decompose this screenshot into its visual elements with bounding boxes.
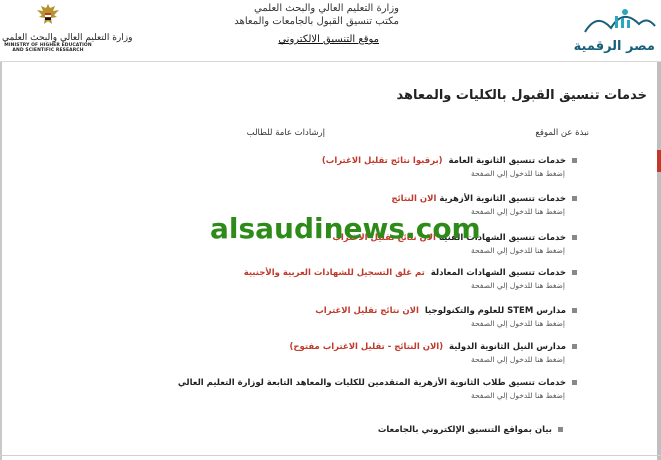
bullet-icon bbox=[572, 344, 577, 349]
header-office: مكتب تنسيق القبول بالجامعات والمعاهد bbox=[234, 16, 399, 27]
service-title: خدمات تنسيق الثانوية العامة bbox=[448, 156, 567, 166]
bullet-icon bbox=[572, 308, 577, 313]
page-title: خدمات تنسيق القبول بالكليات والمعاهد bbox=[396, 88, 648, 103]
header-site-name[interactable]: موقع التنسيق الالكتروني bbox=[234, 34, 379, 45]
service-status: الان نتائج تقليل الاغتراب bbox=[315, 306, 419, 316]
right-red-accent bbox=[657, 150, 661, 172]
service-enter-link[interactable]: إضغط هنا للدخول إلي الصفحة bbox=[244, 281, 565, 290]
digital-egypt-icon bbox=[584, 9, 656, 33]
service-item[interactable]: خدمات تنسيق الشهادات المعادلة تم غلق الت… bbox=[244, 268, 577, 290]
service-status: (الان النتائج - تقليل الاغتراب مفتوح) bbox=[289, 342, 444, 352]
service-enter-link[interactable]: إضغط هنا للدخول إلي الصفحة bbox=[290, 355, 565, 364]
egypt-eagle-icon bbox=[37, 4, 59, 24]
service-item[interactable]: خدمات تنسيق طلاب الثانوية الأزهرية المتق… bbox=[178, 378, 577, 400]
student-guide-link[interactable]: إرشادات عامة للطالب bbox=[247, 128, 325, 138]
ministry-name-ar: وزارة التعليم العالي والبحث العلمي bbox=[2, 33, 133, 43]
bottom-divider bbox=[0, 455, 661, 456]
digital-egypt-label: مصر الرقمية bbox=[573, 39, 655, 54]
bullet-icon bbox=[572, 380, 577, 385]
service-enter-link[interactable]: إضغط هنا للدخول إلي الصفحة bbox=[315, 319, 565, 328]
service-title: مدارس STEM للعلوم والتكنولوجيا bbox=[424, 306, 566, 316]
service-status: تم غلق التسجيل للشهادات العربية والأجنبي… bbox=[243, 268, 425, 278]
universities-sites-link[interactable]: بيان بمواقع التنسيق الإلكتروني بالجامعات bbox=[378, 425, 563, 435]
bullet-icon bbox=[558, 427, 563, 432]
bullet-icon bbox=[572, 270, 577, 275]
right-scroll-edge bbox=[657, 62, 661, 460]
digital-egypt-logo[interactable]: مصر الرقمية bbox=[573, 2, 659, 60]
service-item[interactable]: مدارس STEM للعلوم والتكنولوجيا الان نتائ… bbox=[315, 306, 577, 328]
service-status: (برقبوا نتائج تقليل الاغتراب) bbox=[321, 156, 443, 166]
service-enter-link[interactable]: إضغط هنا للدخول إلي الصفحة bbox=[332, 246, 565, 255]
service-enter-link[interactable]: إضغط هنا للدخول إلي الصفحة bbox=[322, 169, 565, 178]
bullet-icon bbox=[572, 196, 577, 201]
left-border bbox=[0, 62, 2, 460]
service-item[interactable]: مدارس النيل الثانوية الدولية (الان النتا… bbox=[290, 342, 577, 364]
bullet-icon bbox=[572, 158, 577, 163]
service-item[interactable]: خدمات تنسيق الثانوية العامة (برقبوا نتائ… bbox=[322, 156, 577, 178]
site-header: وزارة التعليم العالي والبحث العلمي MINIS… bbox=[0, 0, 661, 62]
watermark-text: alsaudinews.com bbox=[210, 212, 481, 245]
ministry-logo[interactable]: وزارة التعليم العالي والبحث العلمي MINIS… bbox=[2, 2, 133, 58]
service-title: خدمات تنسيق الثانوية الأزهرية bbox=[439, 194, 566, 204]
service-status: الان النتائج bbox=[391, 194, 437, 204]
about-site-link[interactable]: نبذة عن الموقع bbox=[535, 128, 589, 138]
header-ministry: وزارة التعليم العالي والبحث العلمي bbox=[254, 3, 399, 14]
universities-sites-label: بيان بمواقع التنسيق الإلكتروني بالجامعات bbox=[377, 425, 552, 435]
service-title: خدمات تنسيق طلاب الثانوية الأزهرية المتق… bbox=[177, 378, 566, 388]
ministry-name-en-2: AND SCIENTIFIC RESEARCH bbox=[12, 48, 84, 53]
header-center-text: وزارة التعليم العالي والبحث العلمي مكتب … bbox=[234, 2, 399, 45]
service-title: خدمات تنسيق الشهادات المعادلة bbox=[430, 268, 566, 278]
service-title: مدارس النيل الثانوية الدولية bbox=[449, 342, 566, 352]
service-enter-link[interactable]: إضغط هنا للدخول إلي الصفحة bbox=[178, 391, 565, 400]
bullet-icon bbox=[572, 235, 577, 240]
